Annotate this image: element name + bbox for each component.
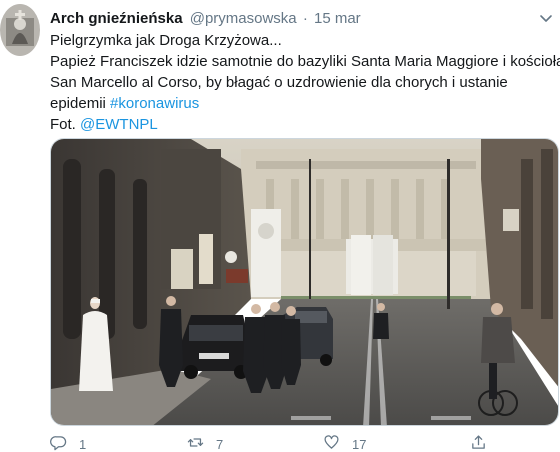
user-handle[interactable]: @prymasowska	[190, 10, 297, 27]
tweet-photo[interactable]	[50, 138, 559, 426]
tweet-line-mention: Fot. @EWTNPL	[50, 114, 556, 135]
reply-button[interactable]: 1	[50, 434, 86, 452]
retweet-icon	[187, 434, 204, 452]
like-button[interactable]: 17	[323, 434, 366, 452]
mention-link[interactable]: @EWTNPL	[80, 116, 158, 133]
reply-icon	[50, 434, 67, 452]
tweet-line: Pielgrzymka jak Droga Krzyżowa...	[50, 32, 282, 49]
tweet-text: Pielgrzymka jak Droga Krzyżowa... Papież…	[50, 30, 560, 135]
reply-count: 1	[79, 436, 87, 452]
tweet-text-fragment: Fot.	[50, 116, 81, 133]
avatar[interactable]	[0, 4, 40, 56]
heart-icon	[323, 434, 340, 452]
share-button[interactable]	[470, 434, 487, 452]
tweet-line: San Marcello al Corso, by błagać o uzdro…	[50, 74, 508, 91]
timestamp[interactable]: 15 mar	[314, 10, 361, 27]
tweet-line: Papież Franciszek idzie samotnie do bazy…	[50, 53, 560, 70]
retweet-button[interactable]: 7	[187, 434, 223, 452]
like-count: 17	[352, 436, 367, 452]
hashtag-link[interactable]: #koronawirus	[110, 95, 199, 112]
separator-dot: ·	[302, 10, 308, 27]
display-name[interactable]: Arch gnieźnieńska	[50, 10, 183, 27]
tweet-actions: 1 7 17	[50, 434, 560, 452]
tweet-text-fragment: epidemii	[50, 95, 111, 112]
tweet-header: Arch gnieźnieńska @prymasowska · 15 mar	[50, 9, 361, 28]
tweet-line-hashtag: epidemii #koronawirus	[50, 93, 556, 114]
retweet-count: 7	[216, 436, 224, 452]
tweet: Arch gnieźnieńska @prymasowska · 15 mar …	[0, 0, 560, 452]
share-icon	[470, 434, 487, 452]
chevron-down-icon[interactable]	[538, 10, 554, 26]
